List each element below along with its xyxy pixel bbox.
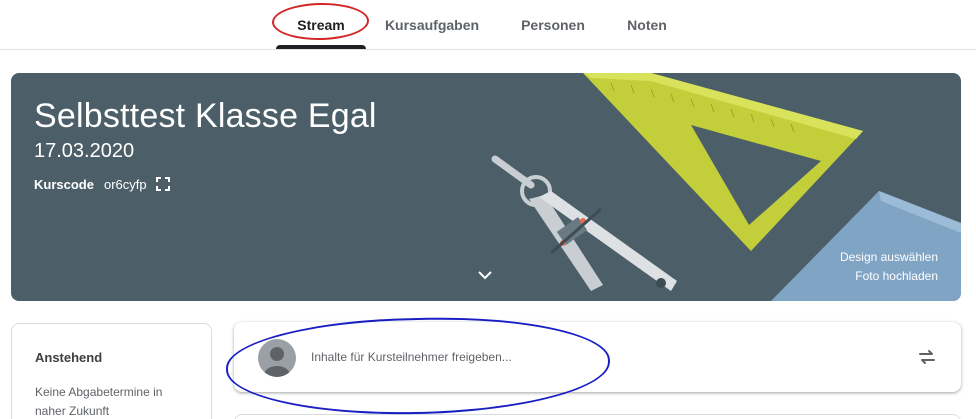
class-subtitle: 17.03.2020 [34, 140, 135, 162]
class-code-label: Kurscode [34, 176, 94, 192]
tab-kursaufgaben-label: Kursaufgaben [384, 16, 480, 33]
upload-photo-link[interactable]: Foto hochladen [855, 269, 938, 283]
tab-personen[interactable]: Personen [510, 0, 596, 49]
tab-kursaufgaben[interactable]: Kursaufgaben [376, 0, 488, 49]
class-code-value: or6cyfp [103, 176, 147, 192]
repost-icon[interactable] [917, 347, 937, 367]
tab-stream[interactable]: Stream [276, 0, 366, 49]
class-banner: Selbsttest Klasse Egal 17.03.2020 Kursco… [11, 73, 961, 301]
active-tab-indicator [276, 45, 366, 49]
upcoming-title: Anstehend [35, 350, 103, 365]
class-code: Kurscode or6cyfp [34, 176, 171, 192]
select-design-link[interactable]: Design auswählen [840, 250, 938, 264]
share-box[interactable]: Inhalte für Kursteilnehmer freigeben... [234, 322, 961, 392]
fullscreen-icon[interactable] [155, 176, 171, 192]
upcoming-empty-text: Keine Abgabetermine in naher Zukunft [35, 385, 163, 418]
avatar-icon [258, 339, 296, 377]
tab-noten-label: Noten [627, 16, 667, 33]
class-title: Selbsttest Klasse Egal [34, 97, 377, 135]
upcoming-card: Anstehend Keine Abgabetermine in naher Z… [11, 323, 212, 419]
share-input-placeholder[interactable]: Inhalte für Kursteilnehmer freigeben... [311, 350, 512, 364]
chevron-down-icon[interactable] [476, 269, 494, 281]
tab-noten[interactable]: Noten [612, 0, 682, 49]
tab-stream-label: Stream [297, 16, 345, 33]
next-card-edge [234, 414, 961, 419]
top-navigation: Stream Kursaufgaben Personen Noten [0, 0, 976, 50]
tab-personen-label: Personen [521, 16, 585, 33]
